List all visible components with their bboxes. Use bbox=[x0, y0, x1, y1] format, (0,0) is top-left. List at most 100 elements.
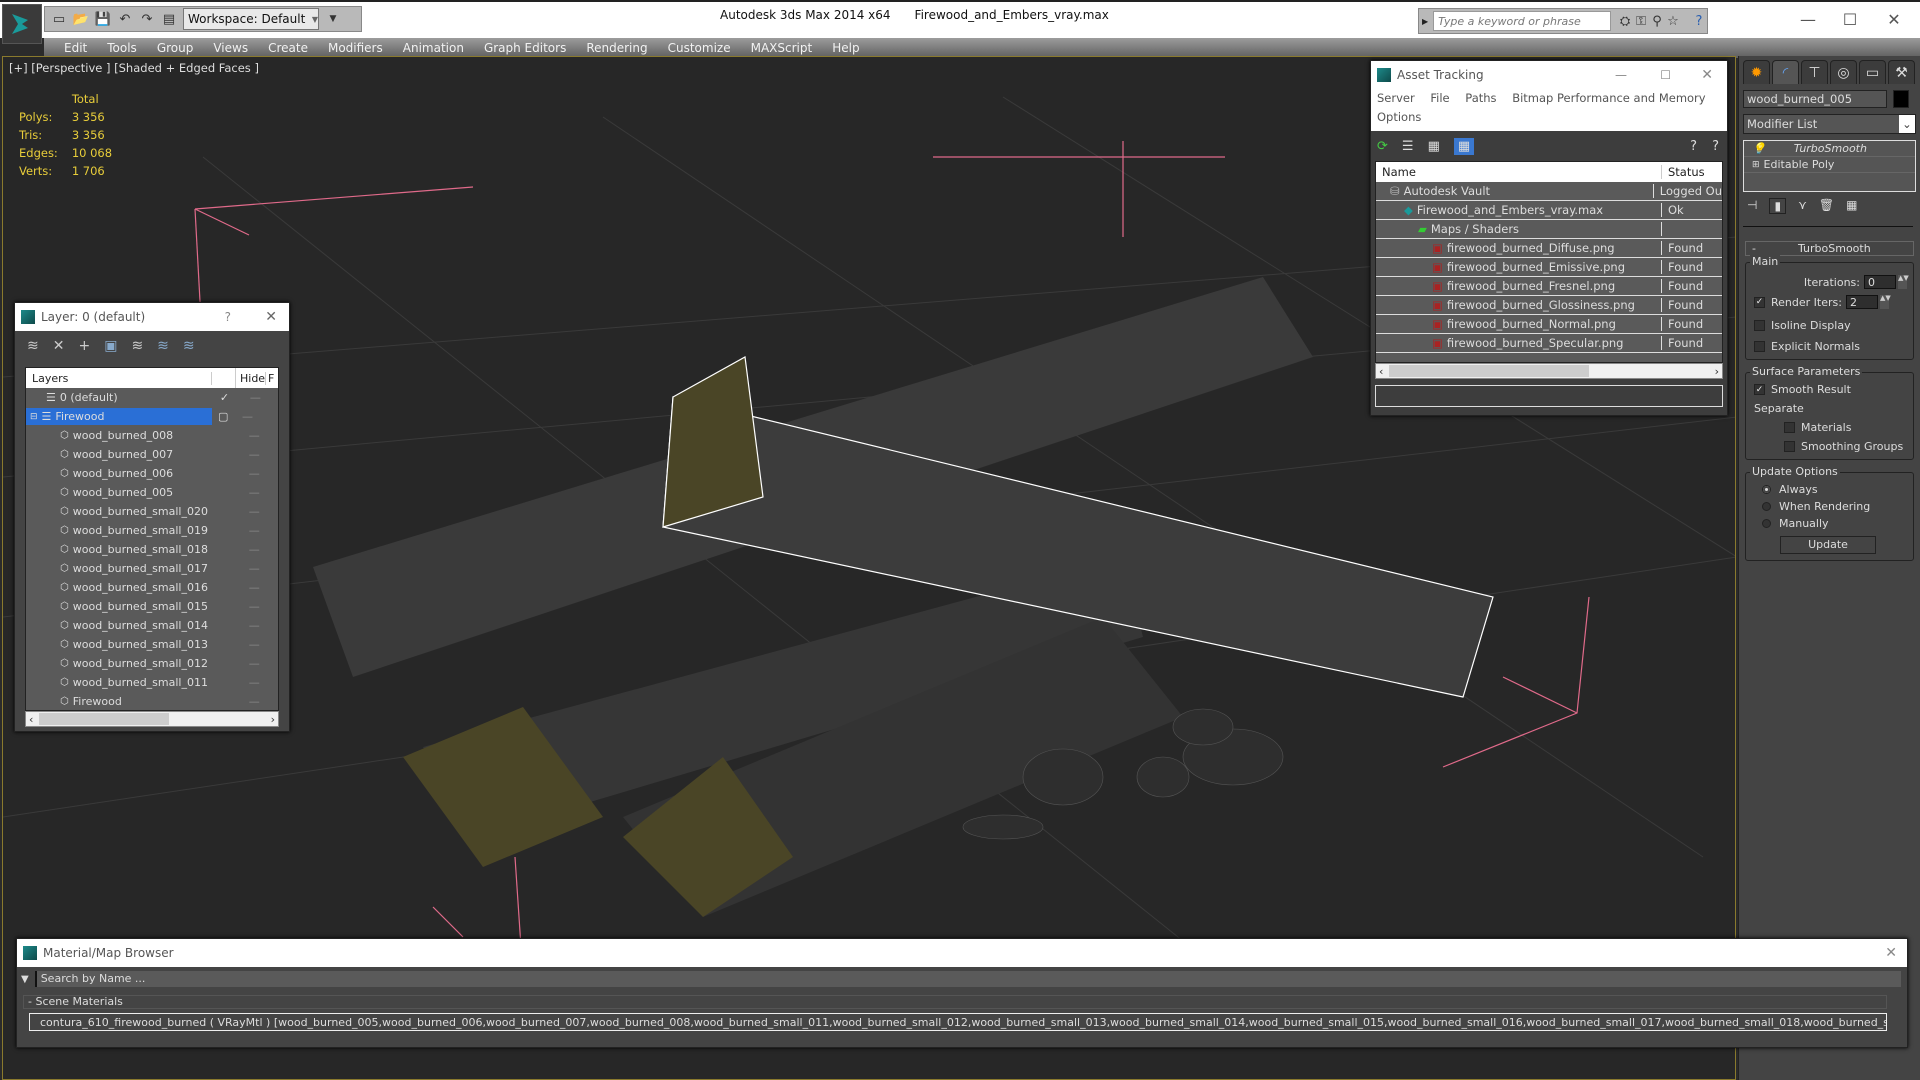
hide-toggle[interactable]: — bbox=[249, 657, 260, 670]
highlight-layer-icon[interactable]: ≋ bbox=[157, 338, 169, 354]
menu-options[interactable]: Options bbox=[1377, 110, 1421, 124]
asset-row[interactable]: ▣ firewood_burned_Glossiness.png Found bbox=[1376, 296, 1722, 315]
key-icon[interactable]: ⚿ bbox=[1633, 13, 1649, 29]
delete-layer-icon[interactable]: ✕ bbox=[53, 338, 65, 354]
hide-toggle[interactable]: — bbox=[249, 619, 260, 632]
menu-bitmap-performance[interactable]: Bitmap Performance and Memory bbox=[1512, 91, 1705, 105]
layer-row[interactable]: ☰ 0 (default) ✓ — bbox=[26, 388, 278, 407]
hide-toggle[interactable]: — bbox=[249, 543, 260, 556]
hide-toggle[interactable]: — bbox=[249, 448, 260, 461]
layer-object-row[interactable]: ⬡ wood_burned_small_011 — bbox=[26, 673, 278, 692]
close-icon[interactable]: ✕ bbox=[1701, 67, 1713, 83]
save-icon[interactable]: 💾 bbox=[95, 11, 111, 27]
hide-toggle[interactable]: — bbox=[249, 695, 260, 708]
minimize-button[interactable]: — bbox=[1788, 8, 1828, 30]
menu-tools[interactable]: Tools bbox=[107, 41, 137, 55]
menu-modifiers[interactable]: Modifiers bbox=[328, 41, 383, 55]
app-menu-button[interactable] bbox=[2, 4, 42, 44]
current-layer-checkbox[interactable]: ▢ bbox=[212, 410, 242, 423]
motion-tab-icon[interactable]: ◎ bbox=[1830, 60, 1857, 84]
create-layer-icon[interactable]: ≋ bbox=[27, 338, 39, 354]
binoculars-icon[interactable]: ⛭ bbox=[1617, 13, 1633, 29]
materials-checkbox[interactable] bbox=[1784, 422, 1795, 433]
asset-row[interactable]: ▰ Maps / Shaders bbox=[1376, 220, 1722, 239]
hide-toggle[interactable]: — bbox=[242, 410, 253, 423]
horizontal-scrollbar[interactable]: ‹ › bbox=[1375, 363, 1723, 379]
scroll-right-icon[interactable]: › bbox=[271, 713, 275, 726]
layer-object-row[interactable]: ⬡ wood_burned_007 — bbox=[26, 445, 278, 464]
asset-row[interactable]: ▣ firewood_burned_Normal.png Found bbox=[1376, 315, 1722, 334]
modifier-list-dropdown[interactable]: Modifier List ⌄ bbox=[1743, 114, 1916, 134]
hide-toggle[interactable]: — bbox=[249, 600, 260, 613]
explicit-normals-checkbox[interactable] bbox=[1754, 341, 1765, 352]
always-radio[interactable] bbox=[1762, 485, 1771, 494]
scroll-left-icon[interactable]: ‹ bbox=[1379, 365, 1383, 378]
modify-tab-icon[interactable]: ◜ bbox=[1772, 60, 1799, 84]
menu-customize[interactable]: Customize bbox=[668, 41, 731, 55]
viewport-label[interactable]: [+] [Perspective ] [Shaded + Edged Faces… bbox=[9, 61, 259, 75]
isoline-display-checkbox[interactable] bbox=[1754, 320, 1765, 331]
help-icon[interactable]: ? bbox=[1712, 139, 1719, 154]
workspace-dropdown[interactable]: Workspace: Default ▼ bbox=[183, 8, 319, 30]
asset-row[interactable]: ⛁ Autodesk Vault Logged Ou bbox=[1376, 182, 1722, 201]
undo-icon[interactable]: ↶ bbox=[117, 11, 133, 27]
menu-create[interactable]: Create bbox=[268, 41, 308, 55]
render-iters-spinner[interactable]: 2 bbox=[1845, 295, 1878, 309]
select-objects-icon[interactable]: ▣ bbox=[104, 338, 117, 354]
menu-help[interactable]: Help bbox=[832, 41, 859, 55]
hide-toggle[interactable]: — bbox=[249, 562, 260, 575]
keyword-search-input[interactable]: Type a keyword or phrase bbox=[1433, 11, 1612, 31]
options-menu-icon[interactable]: ▼ bbox=[21, 974, 29, 985]
spinner-arrows-icon[interactable]: ▲▼ bbox=[1898, 275, 1909, 289]
hide-toggle[interactable]: — bbox=[250, 391, 261, 404]
horizontal-scrollbar[interactable]: ‹ › bbox=[25, 711, 279, 727]
hide-toggle[interactable]: — bbox=[249, 581, 260, 594]
spinner-arrows-icon[interactable]: ▲▼ bbox=[1879, 295, 1891, 309]
scroll-left-icon[interactable]: ‹ bbox=[29, 713, 33, 726]
menu-paths[interactable]: Paths bbox=[1465, 91, 1496, 105]
menu-server[interactable]: Server bbox=[1377, 91, 1415, 105]
object-color-swatch[interactable] bbox=[1893, 90, 1909, 108]
redo-icon[interactable]: ↷ bbox=[139, 11, 155, 27]
maximize-button[interactable]: ☐ bbox=[1830, 8, 1870, 30]
layer-object-row[interactable]: ⬡ wood_burned_small_016 — bbox=[26, 578, 278, 597]
pin-stack-icon[interactable]: ⊣ bbox=[1747, 198, 1757, 214]
layer-settings-icon[interactable]: ≋ bbox=[183, 338, 195, 354]
column-hide[interactable]: Hide bbox=[236, 371, 266, 385]
close-icon[interactable]: ✕ bbox=[265, 309, 277, 325]
open-folder-icon[interactable]: 📂 bbox=[73, 11, 89, 27]
vault-help-icon[interactable]: ? bbox=[1690, 139, 1697, 154]
layer-object-row[interactable]: ⬡ wood_burned_005 — bbox=[26, 483, 278, 502]
remove-modifier-icon[interactable]: 🗑 bbox=[1819, 198, 1834, 214]
show-end-result-icon[interactable]: ▮ bbox=[1769, 198, 1787, 214]
turbosmooth-rollout-header[interactable]: - TurboSmooth bbox=[1745, 241, 1914, 256]
layer-object-row[interactable]: ⬡ wood_burned_small_015 — bbox=[26, 597, 278, 616]
menu-edit[interactable]: Edit bbox=[64, 41, 87, 55]
hide-toggle[interactable]: — bbox=[249, 486, 260, 499]
close-button[interactable]: ✕ bbox=[1874, 8, 1914, 30]
list-view-icon[interactable]: ☰ bbox=[1402, 139, 1414, 154]
layer-object-row[interactable]: ⬡ wood_burned_small_020 — bbox=[26, 502, 278, 521]
help-icon[interactable]: ? bbox=[1691, 13, 1707, 29]
column-name[interactable]: Name bbox=[1376, 165, 1662, 179]
menu-group[interactable]: Group bbox=[157, 41, 194, 55]
hide-toggle[interactable]: — bbox=[249, 429, 260, 442]
asset-row[interactable]: ◆ Firewood_and_Embers_vray.max Ok bbox=[1376, 201, 1722, 220]
search-by-name-input[interactable]: Search by Name ... bbox=[34, 971, 1901, 987]
manually-radio[interactable] bbox=[1762, 519, 1771, 528]
menu-rendering[interactable]: Rendering bbox=[586, 41, 647, 55]
close-icon[interactable]: ✕ bbox=[1885, 945, 1897, 961]
menu-animation[interactable]: Animation bbox=[403, 41, 464, 55]
scene-materials-group[interactable]: - Scene Materials bbox=[23, 995, 1887, 1009]
column-freeze[interactable]: F bbox=[266, 372, 274, 385]
current-layer-checkmark-icon[interactable]: ✓ bbox=[220, 391, 250, 404]
column-status[interactable]: Status bbox=[1662, 165, 1705, 179]
expand-icon[interactable]: ▶ bbox=[1419, 17, 1431, 26]
smooth-result-checkbox[interactable]: ✓ bbox=[1754, 384, 1765, 395]
table-view-icon[interactable]: ▦ bbox=[1453, 137, 1475, 155]
object-name-field[interactable]: wood_burned_005 bbox=[1743, 90, 1887, 108]
asset-row[interactable]: ▣ firewood_burned_Diffuse.png Found bbox=[1376, 239, 1722, 258]
asset-row[interactable]: ▣ firewood_burned_Fresnel.png Found bbox=[1376, 277, 1722, 296]
layer-object-row[interactable]: ⬡ wood_burned_small_012 — bbox=[26, 654, 278, 673]
display-tab-icon[interactable]: ▭ bbox=[1859, 60, 1886, 84]
